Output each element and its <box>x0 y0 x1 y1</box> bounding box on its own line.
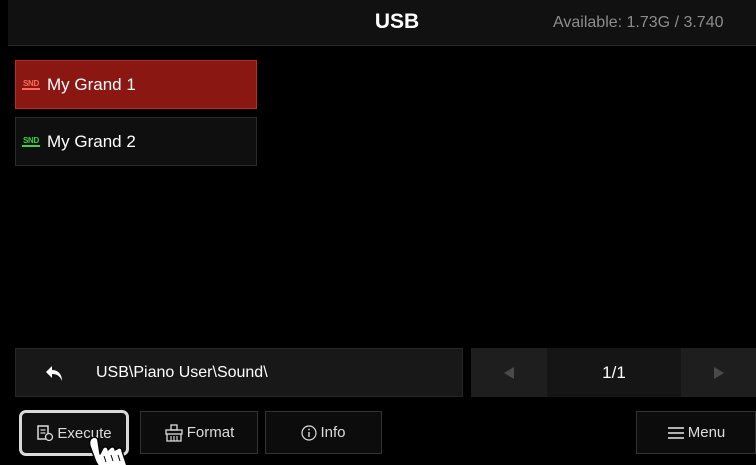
info-label: Info <box>320 424 346 441</box>
format-button[interactable]: Format <box>140 411 258 454</box>
format-label: Format <box>186 424 235 441</box>
format-icon <box>165 423 183 442</box>
file-item-my-grand-1[interactable]: SND My Grand 1 <box>15 60 257 109</box>
pager: 1/1 <box>471 348 756 397</box>
storage-available: Available: 1.73G / 3.740 <box>553 14 724 31</box>
back-button[interactable] <box>16 349 94 396</box>
header-bar: USB Available: 1.73G / 3.740 <box>8 0 756 46</box>
snd-file-icon: SND <box>22 79 40 90</box>
snd-file-icon: SND <box>22 136 40 147</box>
file-name: My Grand 1 <box>47 74 136 94</box>
next-page-button[interactable] <box>681 348 756 397</box>
info-button[interactable]: Info <box>265 411 382 454</box>
execute-icon <box>37 425 54 442</box>
info-circle-icon <box>301 424 318 441</box>
pointing-hand-icon <box>88 436 128 465</box>
menu-label: Menu <box>687 424 726 441</box>
right-triangle-icon <box>713 366 724 379</box>
left-triangle-icon <box>504 366 514 379</box>
back-arrow-icon <box>46 365 62 381</box>
hamburger-icon <box>667 426 684 439</box>
current-path: USB\Piano User\Sound\ <box>96 364 268 381</box>
usb-screen: USB Available: 1.73G / 3.740 SND My Gran… <box>0 0 756 465</box>
prev-page-button[interactable] <box>471 348 547 397</box>
file-item-my-grand-2[interactable]: SND My Grand 2 <box>15 117 257 166</box>
menu-button[interactable]: Menu <box>636 411 756 454</box>
path-bar: USB\Piano User\Sound\ <box>15 348 463 397</box>
file-name: My Grand 2 <box>47 131 136 151</box>
page-indicator: 1/1 <box>547 348 681 397</box>
